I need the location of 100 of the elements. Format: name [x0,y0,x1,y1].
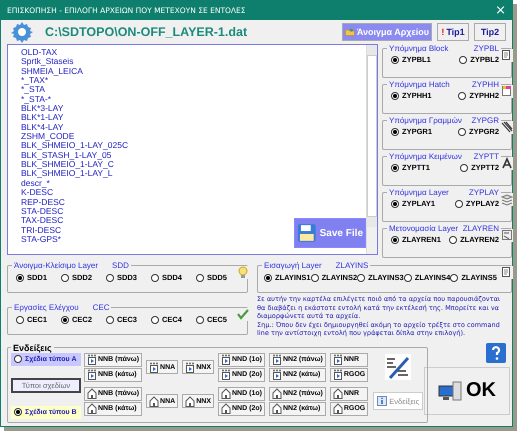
radio-button[interactable] [458,128,466,136]
list-item[interactable]: BLK_SHMEIO_1-LAY_C [21,160,114,170]
list-item[interactable]: TAX-DESC [21,216,64,226]
list-item[interactable]: STA-DESC [21,206,64,216]
command-code: ZLAYREN [462,224,499,233]
list-item[interactable]: Sprtk_Staseis [21,57,74,67]
radio-button[interactable] [458,92,466,100]
film-icon [332,354,343,365]
radio-button[interactable] [391,236,399,244]
close-button[interactable]: × [495,4,506,17]
list-item[interactable]: STA-GPS* [21,234,61,244]
film-icon [272,369,282,380]
file-path: C:\SDTOPO\ON-OFF_LAYER-1.dat [45,25,248,39]
list-item[interactable]: BLK_STASH_1-LAY_05 [21,150,112,160]
house-icon [87,388,97,399]
radio-button[interactable] [404,274,412,282]
house-icon [272,388,282,399]
group-title: Εργασίες Ελέγχου [14,303,79,312]
tip-button[interactable]: ! Tip1 [437,23,469,41]
film-icon [87,369,97,380]
command-code: ZYPHH [472,80,499,89]
ok-button[interactable]: OK [424,366,510,414]
house-icon [221,403,231,414]
help-icon [486,342,506,362]
tip-button[interactable]: Tip2 [474,23,506,41]
group-title: Εισαγωγή Layer [264,261,322,270]
list-item[interactable]: *_STA-* [21,94,52,104]
radio-button[interactable] [150,274,159,282]
film-icon [272,354,282,365]
radio-button[interactable] [14,408,22,416]
film-icon [332,369,343,380]
radio-button[interactable] [196,274,204,282]
radio-button[interactable] [60,316,69,324]
command-code: SDD [112,261,129,270]
radio-button[interactable] [16,274,24,282]
radio-button[interactable] [60,274,69,282]
house-icon [332,388,343,399]
radio-button[interactable] [106,316,114,324]
radio-button[interactable] [391,164,399,172]
command-code: ZYPLAY [468,188,499,197]
radio-button[interactable] [460,164,468,172]
group-title: Υπόμνημα Layer [389,188,450,197]
list-item[interactable]: BLK*4-LAY [21,122,64,132]
radio-button[interactable] [196,316,204,324]
list-item[interactable]: SHMEIA_LEICA [21,66,83,76]
exclamation-icon: ! [441,27,444,37]
group-title: Υπόμνημα Γραμμών [389,116,463,125]
list-item[interactable]: K-DESC [21,188,54,198]
radio-button[interactable] [391,128,399,136]
film-icon [221,369,231,380]
list-item[interactable]: TRI-DESC [21,226,62,235]
info-icon [377,396,388,406]
floppy-icon [297,223,317,243]
group-title: Υπόμνημα Hatch [389,80,451,89]
radio-button[interactable] [16,316,24,324]
radio-button[interactable] [310,274,319,282]
radio-button[interactable] [106,274,114,282]
radio-button[interactable] [459,56,468,64]
list-item[interactable]: *_TAX* [21,76,48,86]
group-title: Υπόμνημα Block [389,44,450,53]
radio-button[interactable] [391,92,399,100]
group-title: Μετονομασία Layer [389,224,459,233]
house-icon [149,396,160,406]
list-item[interactable]: BLK_SHMEIO_1-LAY_025C [21,141,128,151]
list-item[interactable]: BLK_SHMEIO_1-LAY_L [21,169,112,179]
list-item[interactable]: *_STA [21,85,45,95]
command-code: ZLAYINS [336,261,368,270]
house-icon [185,396,196,406]
list-item[interactable]: ZSHM_CODE [21,132,74,142]
radio-button[interactable] [357,274,366,282]
bulb-icon [237,266,249,279]
film-icon [87,354,97,365]
house-icon [272,403,282,414]
radio-button[interactable] [391,56,399,64]
list-item[interactable]: BLK*3-LAY [21,104,64,114]
radio-button[interactable] [14,355,22,363]
group-title: Υπόμνημα Κειμένων [389,152,463,161]
radio-button[interactable] [264,274,272,282]
radio-button[interactable] [449,236,458,244]
radio-button[interactable] [450,274,458,282]
notes-drawing [384,353,412,381]
scrollbar[interactable] [366,45,377,254]
group-title: Άνοιγμα-Κλείσιμο Layer [14,261,98,270]
film-icon [221,354,231,365]
house-icon [221,388,231,399]
list-item[interactable]: descr_* [21,178,50,188]
radio-button[interactable] [150,316,159,324]
house-icon [87,403,97,414]
list-item[interactable]: BLK*1-LAY [21,113,64,123]
command-code: ZYPBL [474,44,499,53]
list-item[interactable]: REP-DESC [21,198,65,207]
film-icon [149,362,160,372]
film-icon [185,362,196,372]
command-code: CEC [92,303,110,312]
command-code: ZYPGR [471,116,499,125]
computer-icon [438,380,462,400]
group-title: Ενδείξεις [13,342,52,352]
radio-button[interactable] [454,200,463,208]
list-item[interactable]: OLD-TAX [21,48,58,58]
radio-button[interactable] [391,200,399,208]
